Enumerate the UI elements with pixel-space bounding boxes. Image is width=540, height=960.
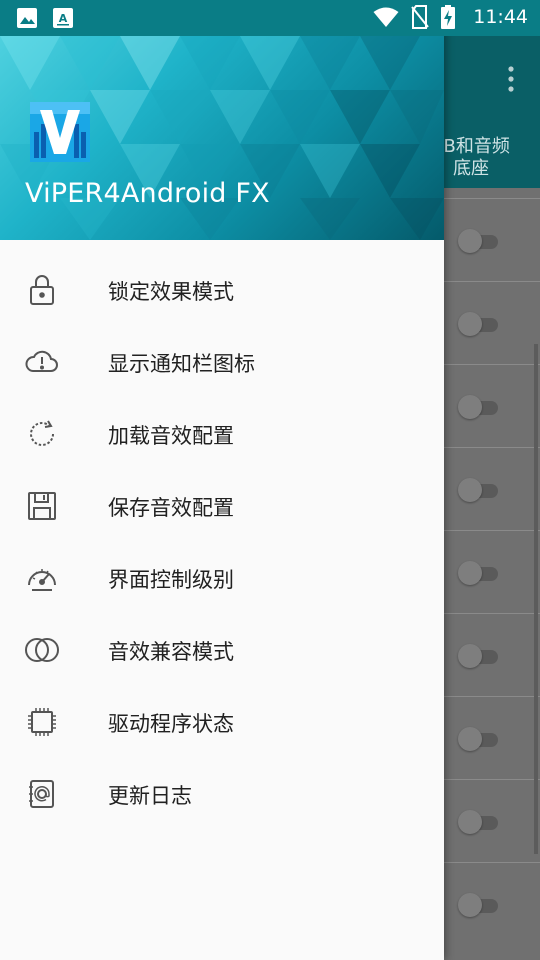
toggle-switch[interactable] [458,312,498,336]
menu-item-label: 驱动程序状态 [108,712,234,736]
background-toggle-row[interactable] [444,281,540,364]
toggle-switch[interactable] [458,395,498,419]
toggle-switch[interactable] [458,229,498,253]
menu-item-label: 显示通知栏图标 [108,352,255,376]
background-toggle-row[interactable] [444,613,540,696]
menu-item-label: 界面控制级别 [108,568,234,592]
toggle-switch[interactable] [458,810,498,834]
menu-item-label: 保存音效配置 [108,496,234,520]
floppy-icon [24,488,60,524]
image-icon [16,7,38,29]
menu-item-ui-control-level[interactable]: 界面控制级别 [0,542,444,614]
toggle-switch[interactable] [458,893,498,917]
menu-item-compatibility-mode[interactable]: 音效兼容模式 [0,614,444,686]
app-name: ViPER4Android FX [25,178,270,209]
background-toggle-row[interactable] [444,364,540,447]
menu-item-save-profile[interactable]: 保存音效配置 [0,470,444,542]
menu-item-label: 加载音效配置 [108,424,234,448]
font-download-icon: A [52,7,74,29]
battery-charging-icon [441,5,456,29]
menu-item-driver-status[interactable]: 驱动程序状态 [0,686,444,758]
menu-item-label: 更新日志 [108,784,192,808]
background-toggle-row[interactable] [444,779,540,862]
lock-icon [24,272,60,308]
background-toggle-row[interactable] [444,530,540,613]
chip-icon [24,704,60,740]
menu-item-label: 音效兼容模式 [108,640,234,664]
toggle-switch[interactable] [458,478,498,502]
menu-item-show-notification-icon[interactable]: 显示通知栏图标 [0,326,444,398]
svg-text:A: A [59,12,68,25]
drawer-menu: 锁定效果模式 显示通知栏图标 加载音效配置 保存音效配置 界面控制级别 音效兼容… [0,254,444,830]
menu-item-load-profile[interactable]: 加载音效配置 [0,398,444,470]
toggle-switch[interactable] [458,727,498,751]
drawer-header: ViPER4Android FX [0,0,444,240]
gauge-icon [24,560,60,596]
background-toggle-row[interactable] [444,696,540,779]
overflow-menu-icon[interactable] [508,66,514,96]
background-toggle-row[interactable] [444,447,540,530]
clock: 11:44 [473,6,528,28]
overlap-circles-icon [24,632,60,668]
no-sim-icon [411,5,430,29]
cloud-alert-icon [24,344,60,380]
navigation-drawer: ViPER4Android FX 锁定效果模式 显示通知栏图标 加载音效配置 保… [0,0,444,960]
contact-book-icon [24,776,60,812]
scrollbar[interactable] [534,344,538,854]
toggle-switch[interactable] [458,561,498,585]
menu-item-label: 锁定效果模式 [108,280,234,304]
app-logo-icon [30,102,90,162]
toggle-switch[interactable] [458,644,498,668]
wifi-icon [373,6,399,28]
background-toggle-row[interactable] [444,198,540,281]
menu-item-lock-effect-mode[interactable]: 锁定效果模式 [0,254,444,326]
status-bar: A 11:44 [0,0,540,36]
reload-icon [24,416,60,452]
menu-item-changelog[interactable]: 更新日志 [0,758,444,830]
background-toggle-row[interactable] [444,862,540,945]
